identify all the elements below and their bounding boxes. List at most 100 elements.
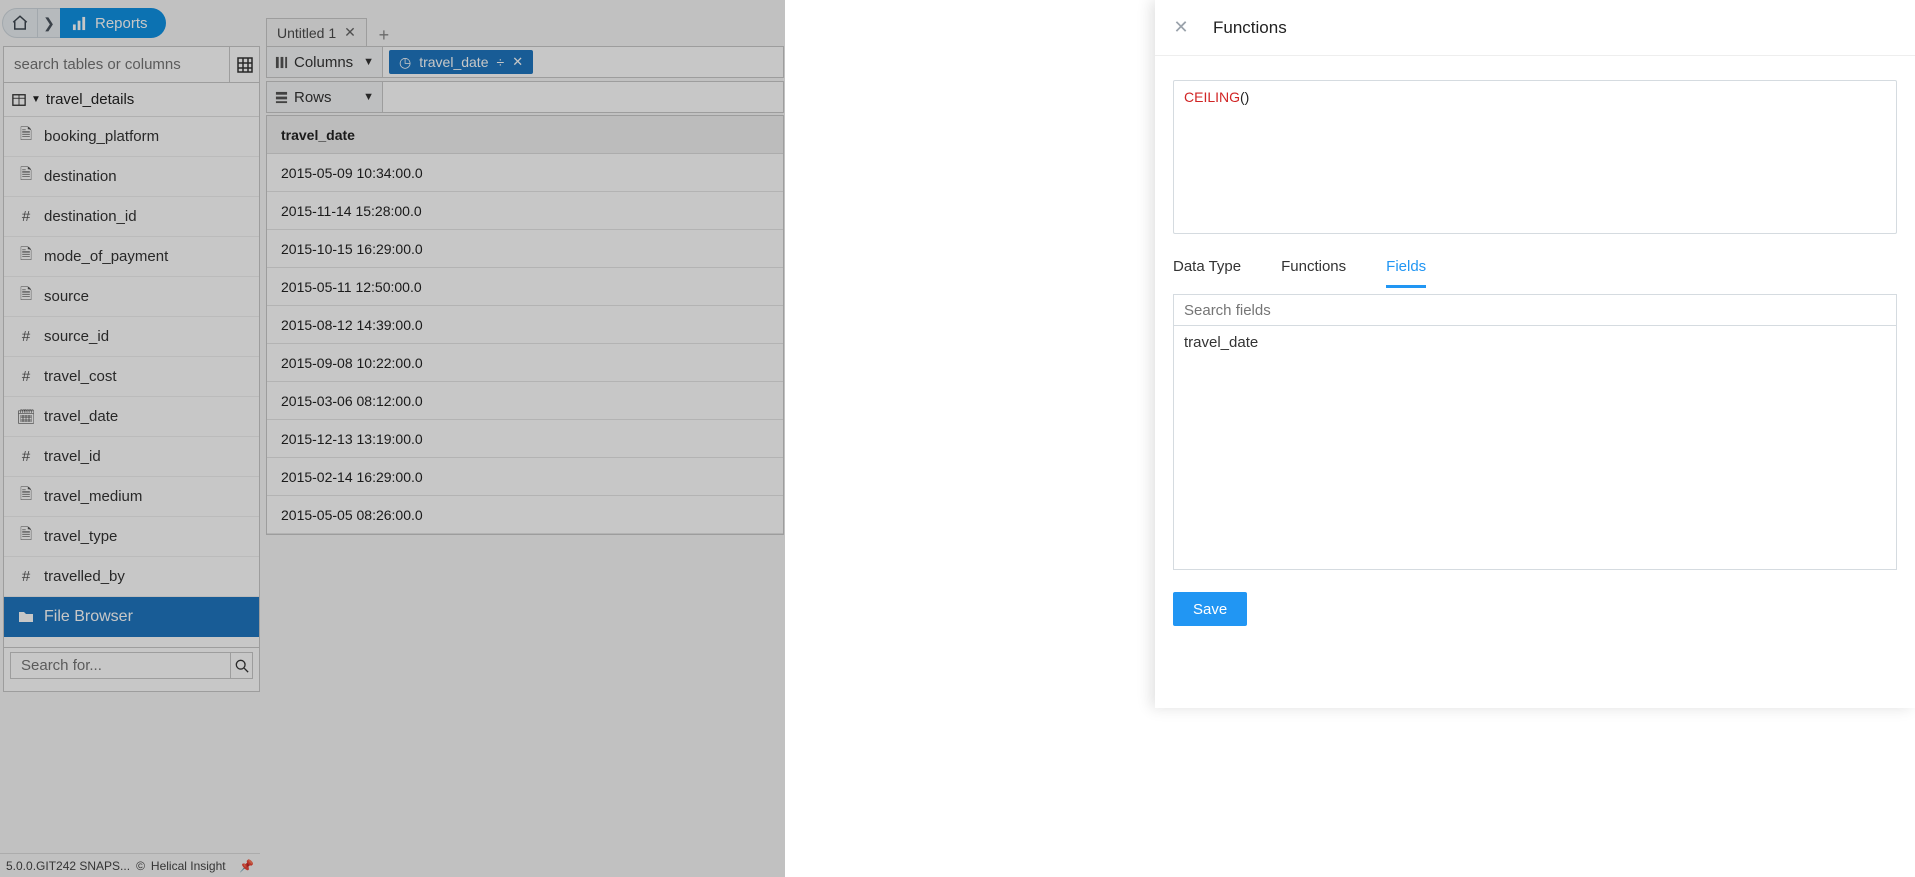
num-type-icon: # <box>18 208 34 225</box>
copyright-icon: © <box>136 859 145 873</box>
search-for-input[interactable] <box>10 652 230 679</box>
table-row[interactable]: 2015-05-09 10:34:00.0 <box>267 154 783 192</box>
table-row[interactable]: 2015-09-08 10:22:00.0 <box>267 344 783 382</box>
file-browser-label: File Browser <box>44 608 133 626</box>
tab-fields[interactable]: Fields <box>1386 254 1426 288</box>
rows-shelf[interactable]: Rows ▼ <box>266 81 784 113</box>
text-type-icon: 🗎 <box>18 244 34 269</box>
field-label: travel_cost <box>44 368 117 385</box>
num-type-icon: # <box>18 568 34 585</box>
table-row[interactable]: 2015-03-06 08:12:00.0 <box>267 382 783 420</box>
folder-icon <box>18 609 34 625</box>
bar-chart-icon <box>72 16 87 31</box>
sidebar-field-travel_medium[interactable]: 🗎 travel_medium <box>4 477 259 517</box>
field-option-travel_date[interactable]: travel_date <box>1174 326 1896 358</box>
field-label: source <box>44 288 89 305</box>
search-tables-input[interactable] <box>4 47 229 82</box>
version-text: 5.0.0.GIT242 SNAPS... <box>6 859 130 873</box>
grid-toggle-button[interactable] <box>229 47 259 82</box>
field-label: destination <box>44 168 117 185</box>
column-pill-travel-date[interactable]: ◷ travel_date ÷ ✕ <box>389 50 533 74</box>
sidebar-field-travel_cost[interactable]: # travel_cost <box>4 357 259 397</box>
home-button[interactable] <box>2 8 38 38</box>
panel-close-button[interactable]: ✕ <box>1171 18 1191 38</box>
columns-shelf[interactable]: Columns ▼ ◷ travel_date ÷ ✕ <box>266 46 784 78</box>
functions-panel: ✕ Functions CEILING() Data Type Function… <box>1155 0 1915 708</box>
data-table: travel_date 2015-05-09 10:34:00.02015-11… <box>266 115 784 535</box>
tab-functions[interactable]: Functions <box>1281 254 1346 288</box>
columns-label: Columns <box>294 54 353 71</box>
chevron-right-icon: ❯ <box>38 8 60 38</box>
grid-icon <box>237 57 253 73</box>
text-type-icon: 🗎 <box>18 124 34 149</box>
field-label: travelled_by <box>44 568 125 585</box>
field-label: travel_id <box>44 448 101 465</box>
search-icon <box>235 659 249 673</box>
tab-label: Untitled 1 <box>277 25 336 41</box>
field-label: travel_type <box>44 528 117 545</box>
date-type-icon: 🗓 <box>18 408 34 426</box>
sidebar-field-destination_id[interactable]: #destination_id <box>4 197 259 237</box>
field-label: mode_of_payment <box>44 248 168 265</box>
text-type-icon: 🗎 <box>18 524 34 549</box>
editor-rest: () <box>1240 89 1249 105</box>
pill-label: travel_date <box>419 54 488 70</box>
field-label: booking_platform <box>44 128 159 145</box>
sidebar-field-source_id[interactable]: # source_id <box>4 317 259 357</box>
clock-icon: ◷ <box>399 54 411 71</box>
num-type-icon: # <box>18 328 34 345</box>
panel-tabs: Data Type Functions Fields <box>1173 254 1897 288</box>
collapse-icon: ▼ <box>31 94 41 105</box>
sidebar-field-travel_date[interactable]: 🗓travel_date <box>4 397 259 437</box>
table-row[interactable]: 2015-11-14 15:28:00.0 <box>267 192 783 230</box>
text-type-icon: 🗎 <box>18 164 34 189</box>
field-label: travel_medium <box>44 488 142 505</box>
table-header[interactable]: ▼ travel_details <box>4 83 259 117</box>
sidebar-field-booking_platform[interactable]: 🗎 booking_platform <box>4 117 259 157</box>
table-row[interactable]: 2015-05-05 08:26:00.0 <box>267 496 783 534</box>
search-button[interactable] <box>230 652 253 679</box>
sidebar-field-travelled_by[interactable]: # travelled_by <box>4 557 259 597</box>
panel-title: Functions <box>1213 18 1287 38</box>
sidebar-field-source[interactable]: 🗎 source <box>4 277 259 317</box>
columns-dropdown-icon[interactable]: ▼ <box>363 56 374 68</box>
table-row[interactable]: 2015-02-14 16:29:00.0 <box>267 458 783 496</box>
sidebar-field-travel_id[interactable]: # travel_id <box>4 437 259 477</box>
pill-remove-icon[interactable]: ✕ <box>512 54 523 70</box>
tab-data-type[interactable]: Data Type <box>1173 254 1241 288</box>
expression-editor[interactable]: CEILING() <box>1173 80 1897 234</box>
table-row[interactable]: 2015-08-12 14:39:00.0 <box>267 306 783 344</box>
text-type-icon: 🗎 <box>18 484 34 509</box>
columns-icon <box>275 56 288 69</box>
tab-close-icon[interactable]: ✕ <box>344 24 356 41</box>
table-icon <box>12 93 26 107</box>
editor-function-name: CEILING <box>1184 89 1240 105</box>
tab-untitled[interactable]: Untitled 1 ✕ <box>266 18 367 46</box>
divide-icon: ÷ <box>497 54 505 70</box>
num-type-icon: # <box>18 448 34 465</box>
rows-label: Rows <box>294 89 332 106</box>
pin-icon[interactable]: 📌 <box>239 859 254 873</box>
text-type-icon: 🗎 <box>18 284 34 309</box>
footer: 5.0.0.GIT242 SNAPS... © Helical Insight … <box>0 853 260 877</box>
rows-dropdown-icon[interactable]: ▼ <box>363 91 374 103</box>
home-icon <box>11 14 29 32</box>
table-row[interactable]: 2015-10-15 16:29:00.0 <box>267 230 783 268</box>
table-column-header[interactable]: travel_date <box>267 116 783 154</box>
file-browser-button[interactable]: File Browser <box>4 597 259 637</box>
tab-add-button[interactable]: + <box>373 25 395 46</box>
num-type-icon: # <box>18 368 34 385</box>
field-label: source_id <box>44 328 109 345</box>
reports-nav[interactable]: Reports <box>60 8 166 38</box>
reports-label: Reports <box>95 15 148 32</box>
sidebar-field-mode_of_payment[interactable]: 🗎 mode_of_payment <box>4 237 259 277</box>
save-button[interactable]: Save <box>1173 592 1247 626</box>
fields-search-input[interactable] <box>1173 294 1897 326</box>
table-name: travel_details <box>46 91 134 108</box>
table-row[interactable]: 2015-05-11 12:50:00.0 <box>267 268 783 306</box>
sidebar: ▼ travel_details 🗎 booking_platform 🗎 desti… <box>3 46 260 692</box>
sidebar-field-destination[interactable]: 🗎 destination <box>4 157 259 197</box>
brand-text: Helical Insight <box>151 859 226 873</box>
sidebar-field-travel_type[interactable]: 🗎 travel_type <box>4 517 259 557</box>
table-row[interactable]: 2015-12-13 13:19:00.0 <box>267 420 783 458</box>
